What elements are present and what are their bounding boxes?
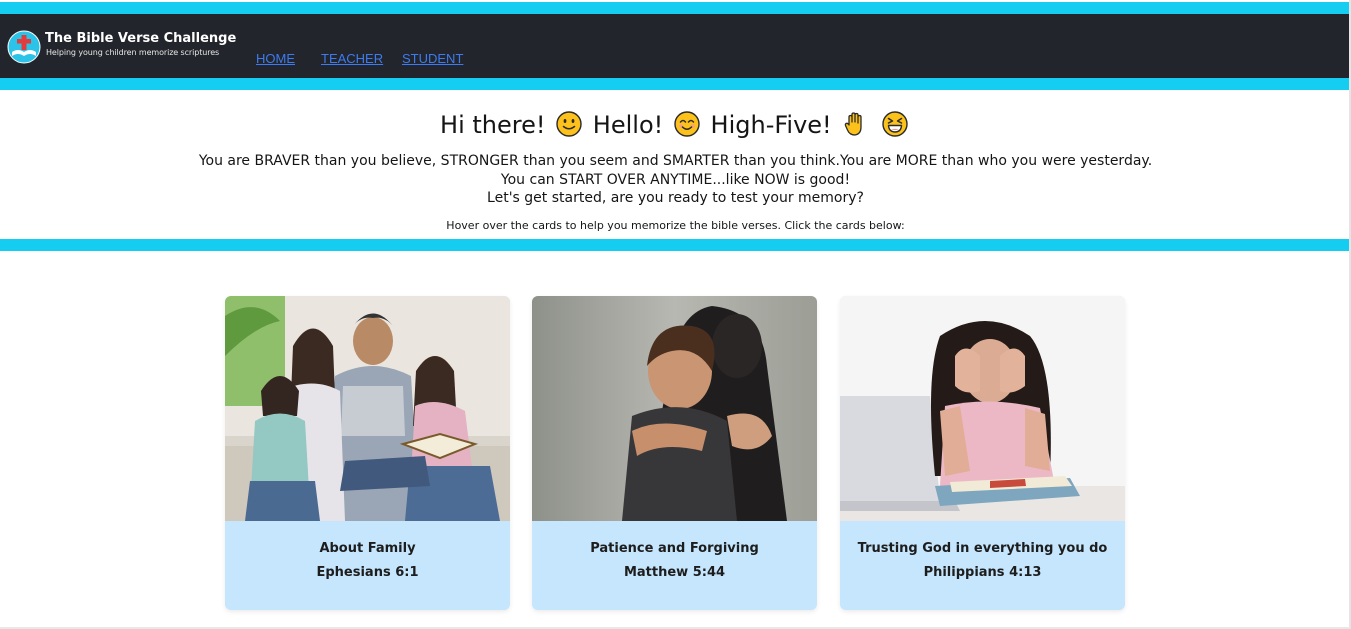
grinning-squinting-face-icon [882, 111, 908, 137]
greeting-high-five: High-Five! [710, 111, 832, 139]
brand-tagline: Helping young children memorize scriptur… [46, 48, 220, 57]
bible-cross-logo-icon[interactable] [7, 30, 41, 64]
card-body: Patience and Forgiving Matthew 5:44 [532, 521, 817, 610]
card-body: About Family Ephesians 6:1 [225, 521, 510, 610]
hero-section: Hi there! Hello! High-Five! You are BRAV… [0, 90, 1351, 239]
greeting-hi-there: Hi there! [440, 111, 546, 139]
verse-card-patience[interactable]: Patience and Forgiving Matthew 5:44 [532, 296, 817, 610]
mother-hugging-child-photo [532, 296, 817, 521]
card-title: Patience and Forgiving [590, 541, 759, 556]
nav-link-home[interactable]: HOME [256, 51, 295, 66]
smiling-face-icon [674, 111, 700, 137]
motivation-line-3: Let's get started, are you ready to test… [487, 190, 864, 206]
nav-link-teacher[interactable]: TEACHER [321, 51, 383, 66]
card-verse-reference: Matthew 5:44 [623, 565, 726, 580]
motivation-line-1: You are BRAVER than you believe, STRONGE… [198, 153, 1153, 169]
family-reading-bible-photo [225, 296, 510, 521]
greeting-hello: Hello! [592, 111, 664, 139]
navbar: The Bible Verse Challenge Helping young … [0, 14, 1351, 78]
motivation-line-2: You can START OVER ANYTIME...like NOW is… [500, 171, 851, 188]
nav-accent-stripe [0, 78, 1351, 90]
instructions-text: Hover over the cards to help you memoriz… [446, 219, 905, 232]
greeting-heading: Hi there! Hello! High-Five! [0, 106, 1351, 144]
card-title: Trusting God in everything you do [857, 541, 1108, 556]
nav-link-student[interactable]: STUDENT [402, 51, 463, 66]
card-verse-reference: Philippians 4:13 [923, 565, 1042, 580]
verse-card-family[interactable]: About Family Ephesians 6:1 [225, 296, 510, 610]
hero-accent-stripe [0, 239, 1351, 251]
slightly-smiling-face-icon [556, 111, 582, 137]
card-verse-reference: Ephesians 6:1 [316, 565, 419, 580]
top-accent-stripe [0, 2, 1351, 14]
card-title: About Family [319, 541, 416, 556]
motivation-text: You are BRAVER than you believe, STRONGE… [0, 152, 1351, 208]
brand-title: The Bible Verse Challenge [45, 31, 237, 46]
stressed-girl-studying-photo [840, 296, 1125, 521]
verse-card-trusting[interactable]: Trusting God in everything you do Philip… [840, 296, 1125, 610]
card-body: Trusting God in everything you do Philip… [840, 521, 1125, 610]
raised-hand-icon [845, 112, 862, 136]
